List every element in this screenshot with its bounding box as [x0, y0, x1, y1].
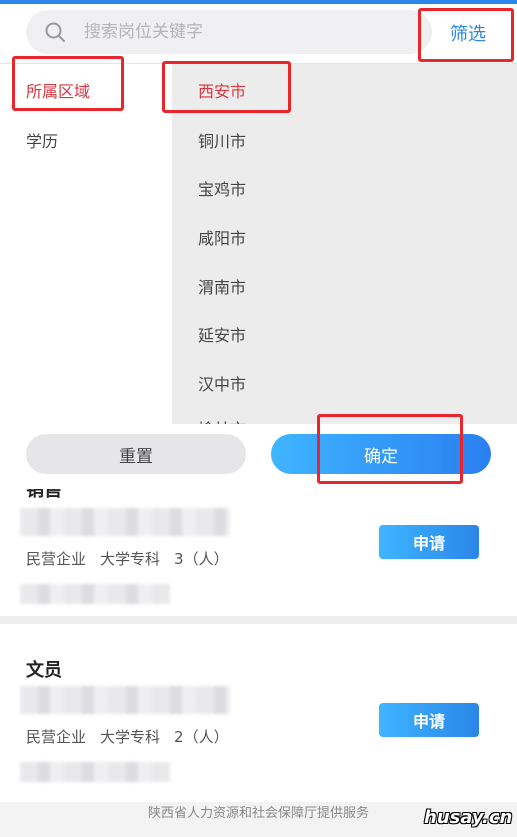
filter-button[interactable]: 筛选 [450, 20, 486, 46]
job-title: 文员 [26, 660, 62, 681]
city-list: 西安市 铜川市 宝鸡市 咸阳市 渭南市 延安市 汉中市 榆林市 [172, 64, 517, 424]
reset-button[interactable]: 重置 [26, 434, 246, 474]
filter-panel: 所属区域 学历 西安市 铜川市 宝鸡市 咸阳市 渭南市 延安市 汉中市 榆林市 [0, 64, 517, 424]
blurred-location [20, 584, 170, 604]
blurred-company-name [20, 686, 230, 714]
category-item-region[interactable]: 所属区域 [26, 78, 90, 102]
apply-button[interactable]: 申请 [379, 525, 479, 559]
city-item-weinan[interactable]: 渭南市 [198, 274, 246, 298]
city-item-xianyang[interactable]: 咸阳市 [198, 225, 246, 249]
confirm-button[interactable]: 确定 [271, 434, 491, 474]
blurred-company-name [20, 508, 230, 536]
watermark: husay.cn [424, 807, 513, 828]
filter-category-list: 所属区域 学历 [0, 64, 172, 424]
city-item-yulin[interactable]: 榆林市 [198, 416, 246, 424]
city-item-xian[interactable]: 西安市 [198, 78, 246, 102]
city-item-hanzhong[interactable]: 汉中市 [198, 371, 246, 395]
search-input[interactable] [84, 10, 414, 54]
job-meta: 民营企业 大学专科 2（人） [26, 726, 243, 747]
company-type: 民营企业 [26, 728, 87, 746]
job-title: 销售 [26, 480, 62, 501]
job-list: 销售 民营企业 大学专科 3（人） 申请 文员 民营企业 大学专科 2（人） 申请 [0, 476, 517, 802]
company-type: 民营企业 [26, 550, 87, 568]
headcount: 3（人） [174, 550, 229, 568]
job-meta: 民营企业 大学专科 3（人） [26, 548, 243, 569]
headcount: 2（人） [174, 728, 229, 746]
job-card: 文员 民营企业 大学专科 2（人） 申请 [0, 634, 517, 802]
job-card: 销售 民营企业 大学专科 3（人） 申请 [0, 476, 517, 626]
search-box[interactable] [26, 10, 432, 54]
city-item-yanan[interactable]: 延安市 [198, 322, 246, 346]
city-item-tongchuan[interactable]: 铜川市 [198, 128, 246, 152]
card-separator [0, 616, 517, 624]
education-requirement: 大学专科 [100, 728, 161, 746]
search-icon [45, 22, 65, 42]
blurred-location [20, 762, 170, 782]
category-item-education[interactable]: 学历 [26, 128, 58, 152]
top-accent-line [0, 0, 517, 4]
city-item-baoji[interactable]: 宝鸡市 [198, 176, 246, 200]
education-requirement: 大学专科 [100, 550, 161, 568]
apply-button[interactable]: 申请 [379, 703, 479, 737]
top-bar: 筛选 [0, 0, 517, 64]
